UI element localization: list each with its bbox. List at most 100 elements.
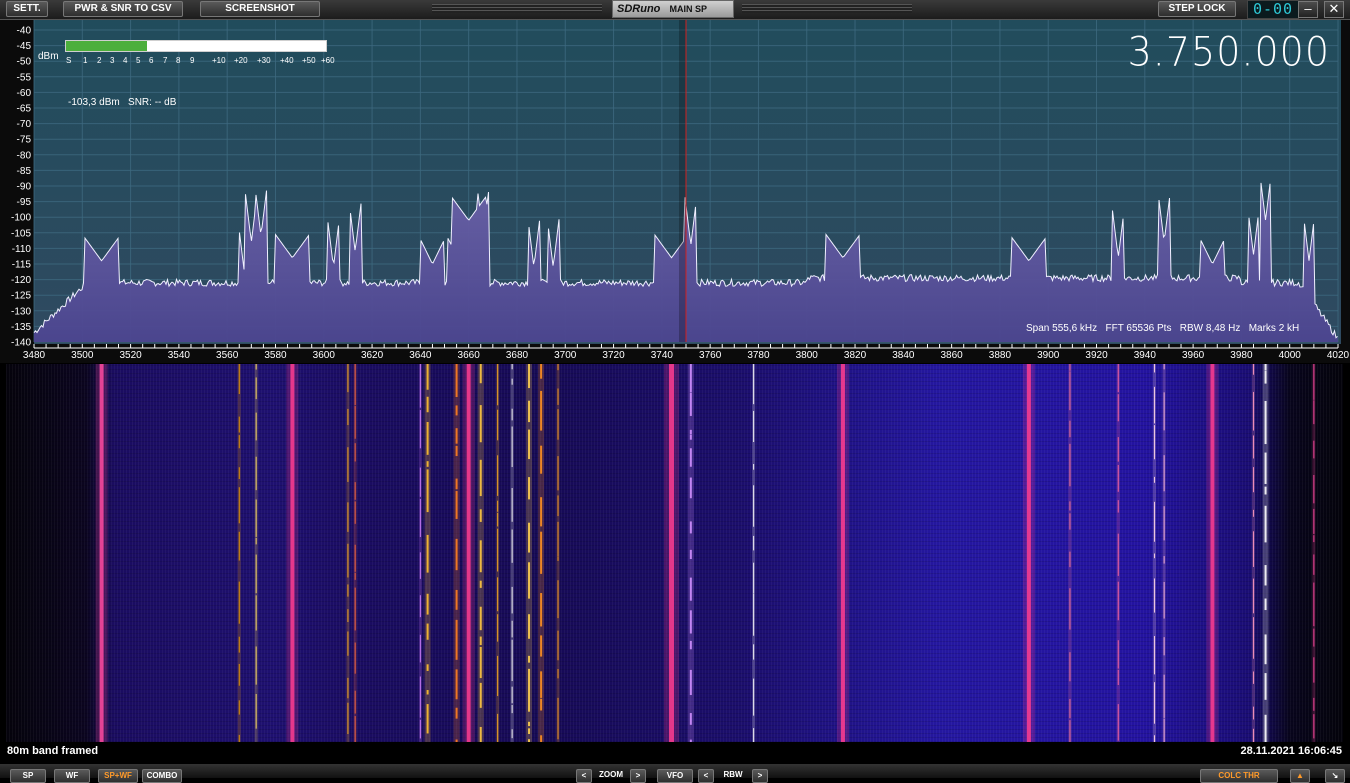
y-tick-label: -105 — [11, 228, 31, 239]
minimize-icon[interactable]: – — [1298, 1, 1318, 18]
waterfall-stripe-segment — [497, 512, 499, 527]
waterfall-stripe-segment — [689, 364, 692, 393]
s-meter-scale-label: 2 — [97, 56, 102, 65]
waterfall-stripe-segment — [455, 538, 458, 571]
waterfall-stripe-segment — [753, 410, 755, 443]
waterfall-stripe-segment — [1163, 581, 1165, 619]
waterfall-stripe-segment — [753, 562, 755, 594]
close-icon[interactable]: ✕ — [1324, 1, 1344, 18]
frequency-display[interactable]: 3.750.000 — [1128, 29, 1330, 75]
waterfall-stripe-segment — [1153, 636, 1155, 675]
x-tick-label: 3980 — [1230, 350, 1253, 361]
waterfall-stripe-segment — [354, 501, 356, 524]
zoom-left-icon[interactable]: < — [576, 769, 592, 783]
waterfall-stripe-segment — [455, 445, 458, 457]
waterfall-stripe-segment — [1117, 581, 1119, 621]
waterfall-stripe-segment — [540, 445, 543, 474]
waterfall-stripe-segment — [689, 640, 692, 650]
waterfall-stripe-segment — [557, 697, 559, 740]
waterfall-stripe-segment — [354, 642, 356, 674]
combo-button[interactable]: COMBO — [142, 769, 182, 783]
waterfall-stripe-segment — [1069, 652, 1071, 682]
step-lock-button[interactable]: STEP LOCK — [1158, 1, 1236, 17]
waterfall-stripe-segment — [540, 593, 543, 627]
title-bar: SETT. PWR & SNR TO CSV SCREENSHOT SDRuno… — [0, 0, 1350, 20]
waterfall-stripe-segment — [455, 478, 458, 490]
waterfall-stripe-segment — [255, 693, 257, 729]
waterfall-stripe-segment — [1264, 370, 1267, 384]
y-tick-label: -140 — [11, 338, 31, 349]
s-meter-fill — [66, 41, 147, 51]
waterfall-stripe-segment — [1069, 588, 1071, 630]
rbw-right-icon[interactable]: > — [752, 769, 768, 783]
x-tick-label: 4020 — [1327, 350, 1350, 361]
waterfall-stripe-segment — [419, 634, 421, 663]
waterfall-stripe-segment — [1117, 704, 1119, 741]
drag-handle-right[interactable] — [742, 4, 912, 13]
waterfall-stripe-segment — [455, 428, 458, 444]
waterfall-stripe-segment — [354, 572, 356, 580]
waterfall-stripe-segment — [455, 707, 458, 719]
sp-button[interactable]: SP — [10, 769, 46, 783]
s-meter-scale-label: 7 — [163, 56, 168, 65]
waterfall-stripe-segment — [347, 543, 349, 578]
rbw-left-icon[interactable]: < — [698, 769, 714, 783]
zoom-right-icon[interactable]: > — [630, 769, 646, 783]
sp-wf-button[interactable]: SP+WF — [98, 769, 138, 783]
pwr-snr-csv-button[interactable]: PWR & SNR TO CSV — [63, 1, 183, 17]
waterfall-stripe-segment — [1069, 371, 1071, 411]
waterfall-stripe-segment — [1313, 697, 1315, 711]
waterfall-stripe-segment — [479, 540, 482, 573]
waterfall-stripe-segment — [479, 459, 482, 497]
waterfall-stripe-segment — [426, 534, 429, 573]
waterfall-stripe-segment — [689, 392, 692, 416]
x-tick-label: 3560 — [216, 350, 239, 361]
waterfall-stripe-segment — [426, 396, 429, 413]
waterfall-stripe-segment — [528, 655, 531, 663]
waterfall-stripe-segment — [753, 644, 755, 660]
s-meter-scale-label: S — [66, 56, 72, 65]
waterfall-stripe-segment — [540, 497, 543, 527]
waterfall-stripe-segment — [557, 409, 559, 440]
colour-threshold-button[interactable]: COLC THR — [1200, 769, 1278, 783]
screenshot-button[interactable]: SCREENSHOT — [200, 1, 320, 17]
waterfall-display[interactable] — [6, 364, 1343, 742]
waterfall-stripe-segment — [1069, 551, 1071, 568]
waterfall-stripe-segment — [689, 577, 692, 601]
resize-icon[interactable]: ↘ — [1325, 769, 1345, 783]
waterfall-stripe-segment — [557, 580, 559, 619]
waterfall-stripe-segment — [354, 587, 356, 631]
up-arrow-icon[interactable]: ▲ — [1290, 769, 1310, 783]
drag-handle-left[interactable] — [432, 4, 602, 13]
waterfall-stripe-segment — [426, 422, 429, 455]
y-tick-label: -95 — [17, 197, 32, 208]
vfo-button[interactable]: VFO — [657, 769, 693, 783]
waterfall-stripe-segment — [689, 713, 692, 725]
waterfall-stripe-segment — [238, 663, 240, 686]
waterfall-stripe-segment — [1252, 435, 1254, 459]
waterfall-stripe-segment — [354, 364, 356, 406]
waterfall-stripe-segment — [1313, 440, 1315, 459]
wf-button[interactable]: WF — [54, 769, 90, 783]
waterfall-stripe-segment — [540, 531, 543, 574]
waterfall-stripe-segment — [1069, 698, 1071, 719]
waterfall-stripe-segment — [511, 639, 513, 682]
waterfall-stripe-segment — [479, 509, 482, 522]
waterfall-stripe-segment — [479, 682, 482, 708]
y-tick-label: -120 — [11, 275, 31, 286]
waterfall-stripe-segment — [1313, 657, 1315, 683]
settings-button[interactable]: SETT. — [6, 1, 48, 17]
waterfall-stripe-segment — [511, 426, 513, 468]
waterfall-stripe-segment — [1069, 513, 1071, 530]
waterfall-stripe-segment — [689, 477, 692, 499]
waterfall-stripe-segment — [1069, 443, 1071, 487]
waterfall-stripe-segment — [1163, 392, 1165, 431]
x-tick-label: 3620 — [361, 350, 384, 361]
waterfall-stripe-segment — [528, 668, 531, 712]
waterfall-stripe-segment — [689, 669, 692, 696]
waterfall-stripe-segment — [1252, 509, 1254, 517]
waterfall-stripe-segment — [689, 448, 692, 467]
waterfall-stripe-segment — [255, 377, 257, 400]
waterfall-stripe-segment — [238, 636, 240, 653]
waterfall-stripe-segment — [419, 467, 421, 497]
